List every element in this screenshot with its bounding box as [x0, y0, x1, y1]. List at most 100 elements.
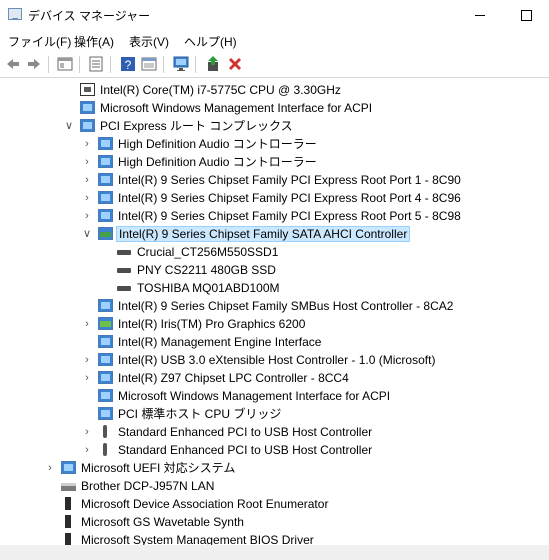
menu-bar: ファイル(F) 操作(A) 表示(V) ヘルプ(H)	[0, 30, 549, 50]
sys-device-icon	[98, 173, 113, 186]
expanded-chevron-icon[interactable]: ∨	[81, 227, 93, 241]
tree-row[interactable]: PCI 標準ホスト CPU ブリッジ	[0, 405, 549, 423]
menu-file[interactable]: ファイル(F)	[8, 33, 71, 50]
tree-row[interactable]: ∨ Intel(R) 9 Series Chipset Family SATA A…	[0, 225, 549, 243]
tree-row[interactable]: › Intel(R) 9 Series Chipset Family PCI Ex…	[0, 207, 549, 225]
horizontal-scrollbar[interactable]	[0, 545, 549, 560]
disk-device-icon	[117, 245, 132, 258]
tree-row[interactable]: Microsoft Windows Management Interface f…	[0, 387, 549, 405]
tree-row[interactable]: › High Definition Audio コントローラー	[0, 153, 549, 171]
collapsed-chevron-icon[interactable]: ›	[81, 155, 93, 169]
sys-device-icon	[98, 155, 113, 168]
show-hide-icon[interactable]	[57, 56, 73, 72]
collapsed-chevron-icon[interactable]: ›	[81, 209, 93, 223]
collapsed-chevron-icon[interactable]: ›	[81, 353, 93, 367]
tree-item-label[interactable]: Microsoft Windows Management Interface f…	[98, 101, 374, 115]
collapsed-chevron-icon[interactable]: ›	[81, 371, 93, 385]
tree-row[interactable]: › Intel(R) 9 Series Chipset Family PCI Ex…	[0, 189, 549, 207]
tree-row[interactable]: Microsoft Windows Management Interface f…	[0, 99, 549, 117]
minimize-button[interactable]	[457, 0, 503, 30]
tree-row[interactable]: Intel(R) 9 Series Chipset Family SMBus H…	[0, 297, 549, 315]
tree-item-label[interactable]: Intel(R) USB 3.0 eXtensible Host Control…	[116, 353, 437, 367]
tree-item-label[interactable]: PCI 標準ホスト CPU ブリッジ	[116, 407, 283, 421]
tree-item-label[interactable]: Standard Enhanced PCI to USB Host Contro…	[116, 425, 374, 439]
tree-item-label[interactable]: Microsoft Device Association Root Enumer…	[79, 497, 330, 511]
tree-row[interactable]: › Standard Enhanced PCI to USB Host Contr…	[0, 423, 549, 441]
tree-row[interactable]: Microsoft Device Association Root Enumer…	[0, 495, 549, 513]
forward-icon[interactable]	[26, 56, 42, 72]
back-icon[interactable]	[5, 56, 21, 72]
tree-item-label[interactable]: Intel(R) 9 Series Chipset Family PCI Exp…	[116, 173, 463, 187]
view-icon[interactable]	[141, 56, 157, 72]
sys-device-icon	[98, 335, 113, 348]
tree-row[interactable]: TOSHIBA MQ01ABD100M	[0, 279, 549, 297]
collapsed-chevron-icon[interactable]: ›	[81, 425, 93, 439]
sys-device-icon	[98, 137, 113, 150]
tree-row[interactable]: ∨ PCI Express ルート コンプレックス	[0, 117, 549, 135]
usb-device-icon	[98, 425, 113, 438]
tree-row[interactable]: Microsoft GS Wavetable Synth	[0, 513, 549, 531]
enum-device-icon	[61, 497, 76, 510]
menu-action[interactable]: 操作(A)	[74, 33, 114, 50]
collapsed-chevron-icon[interactable]: ›	[81, 137, 93, 151]
window-title: デバイス マネージャー	[28, 9, 151, 23]
tree-item-label[interactable]: Brother DCP-J957N LAN	[79, 479, 216, 493]
collapsed-chevron-icon[interactable]: ›	[81, 173, 93, 187]
tree-item-label[interactable]: PCI Express ルート コンプレックス	[98, 119, 295, 133]
maximize-button[interactable]	[503, 0, 549, 30]
tree-item-label[interactable]: High Definition Audio コントローラー	[116, 155, 319, 169]
update-driver-icon[interactable]	[205, 56, 221, 72]
tree-row[interactable]: › Intel(R) 9 Series Chipset Family PCI Ex…	[0, 171, 549, 189]
tree-item-label[interactable]: High Definition Audio コントローラー	[116, 137, 319, 151]
tree-row[interactable]: › High Definition Audio コントローラー	[0, 135, 549, 153]
expanded-chevron-icon[interactable]: ∨	[63, 119, 75, 133]
tree-row[interactable]: › Intel(R) USB 3.0 eXtensible Host Contro…	[0, 351, 549, 369]
sys-device-icon	[98, 407, 113, 420]
uninstall-icon[interactable]	[227, 56, 243, 72]
tree-item-label[interactable]: Microsoft GS Wavetable Synth	[79, 515, 246, 529]
help-icon[interactable]: ?	[120, 56, 136, 72]
sys-device-icon	[98, 191, 113, 204]
menu-help[interactable]: ヘルプ(H)	[184, 33, 237, 50]
collapsed-chevron-icon[interactable]: ›	[81, 191, 93, 205]
tree-row[interactable]: Intel(R) Core(TM) i7-5775C CPU @ 3.30GHz	[0, 81, 549, 99]
tree-row[interactable]: › Standard Enhanced PCI to USB Host Contr…	[0, 441, 549, 459]
properties-icon[interactable]	[88, 56, 104, 72]
tree-item-label[interactable]: Intel(R) 9 Series Chipset Family SMBus H…	[116, 299, 455, 313]
tree-row[interactable]: Crucial_CT256M550SSD1	[0, 243, 549, 261]
device-tree: Intel(R) Core(TM) i7-5775C CPU @ 3.30GHz…	[0, 81, 549, 560]
tree-row[interactable]: › Intel(R) Iris(TM) Pro Graphics 6200	[0, 315, 549, 333]
device-manager-icon	[8, 8, 22, 20]
tree-item-label[interactable]: Standard Enhanced PCI to USB Host Contro…	[116, 443, 374, 457]
tree-row[interactable]: Intel(R) Management Engine Interface	[0, 333, 549, 351]
tree-item-label[interactable]: Intel(R) 9 Series Chipset Family PCI Exp…	[116, 209, 463, 223]
collapsed-chevron-icon[interactable]: ›	[44, 461, 56, 475]
tree-item-label[interactable]: Microsoft UEFI 対応システム	[79, 461, 237, 475]
tree-item-label[interactable]: Intel(R) Iris(TM) Pro Graphics 6200	[116, 317, 307, 331]
sata-device-icon	[98, 227, 113, 240]
cpu-device-icon	[80, 83, 95, 96]
tree-row[interactable]: PNY CS2211 480GB SSD	[0, 261, 549, 279]
tree-item-label[interactable]: Intel(R) 9 Series Chipset Family SATA AH…	[116, 226, 411, 242]
collapsed-chevron-icon[interactable]: ›	[81, 443, 93, 457]
tree-item-label[interactable]: Intel(R) Z97 Chipset LPC Controller - 8C…	[116, 371, 351, 385]
sys-device-icon	[98, 389, 113, 402]
tree-item-label[interactable]: Intel(R) Core(TM) i7-5775C CPU @ 3.30GHz	[98, 83, 343, 97]
tree-item-label[interactable]: Intel(R) 9 Series Chipset Family PCI Exp…	[116, 191, 463, 205]
collapsed-chevron-icon[interactable]: ›	[81, 317, 93, 331]
tree-row[interactable]: › Intel(R) Z97 Chipset LPC Controller - 8…	[0, 369, 549, 387]
tree-item-label[interactable]: TOSHIBA MQ01ABD100M	[135, 281, 282, 295]
tree-item-label[interactable]: Crucial_CT256M550SSD1	[135, 245, 280, 259]
tree-item-label[interactable]: Microsoft Windows Management Interface f…	[116, 389, 392, 403]
sys-device-icon	[61, 461, 76, 474]
tree-item-label[interactable]: Intel(R) Management Engine Interface	[116, 335, 323, 349]
sys-device-icon	[98, 371, 113, 384]
toolbar: ?	[0, 52, 549, 78]
tree-row[interactable]: Brother DCP-J957N LAN	[0, 477, 549, 495]
tree-item-label[interactable]: PNY CS2211 480GB SSD	[135, 263, 278, 277]
sys-device-icon	[98, 299, 113, 312]
menu-view[interactable]: 表示(V)	[129, 33, 169, 50]
tree-row[interactable]: › Microsoft UEFI 対応システム	[0, 459, 549, 477]
monitor-icon[interactable]	[173, 56, 189, 72]
gpu-device-icon	[98, 317, 113, 330]
